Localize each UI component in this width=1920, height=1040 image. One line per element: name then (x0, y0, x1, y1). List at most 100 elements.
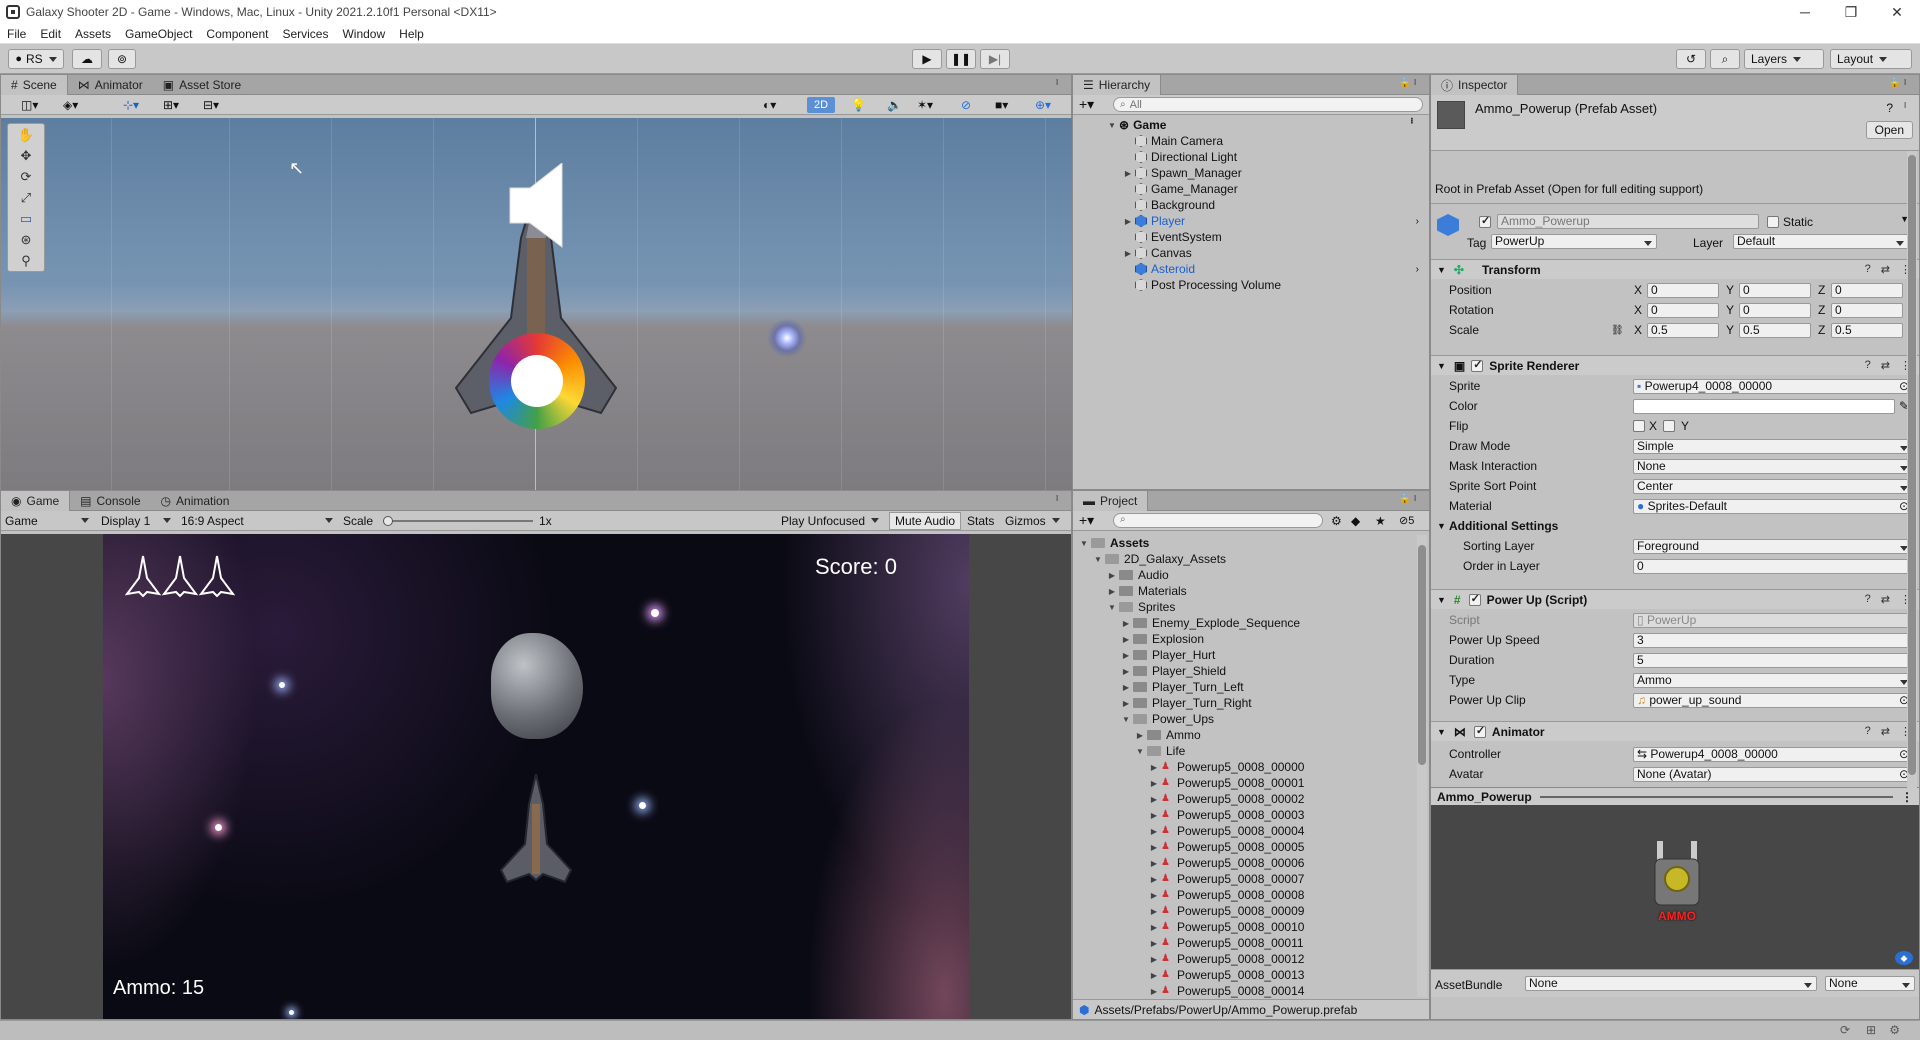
active-checkbox[interactable] (1479, 214, 1491, 228)
project-asset-item[interactable]: ▶ ♟ Powerup5_0008_00014 (1149, 983, 1305, 999)
menu-help[interactable]: Help (392, 27, 431, 41)
project-asset-item[interactable]: ▶ ♟ Powerup5_0008_00001 (1149, 775, 1305, 791)
scene-menu-icon[interactable]: ··· (1051, 78, 1065, 84)
expand-arrow-icon[interactable]: ▶ (1123, 217, 1133, 226)
sprite-renderer-enabled-checkbox[interactable] (1471, 358, 1484, 372)
cloud-button[interactable]: ☁ (72, 49, 102, 69)
expand-arrow-icon[interactable]: ▶ (1149, 827, 1159, 836)
hierarchy-item[interactable]: ▶ Player › (1123, 213, 1425, 229)
project-folder-item[interactable]: ▶ Player_Turn_Right (1121, 695, 1252, 711)
flip-x-checkbox[interactable] (1633, 420, 1645, 432)
hierarchy-search-input[interactable] (1129, 98, 1330, 111)
debug-icon[interactable]: ⚙ (1889, 1023, 1900, 1037)
expand-arrow-icon[interactable]: ▶ (1149, 955, 1159, 964)
expand-arrow-icon[interactable]: ▶ (1149, 891, 1159, 900)
rotate-tool-icon[interactable]: ⟳ (8, 166, 44, 187)
increment-snap-icon[interactable]: ⊟▾ (203, 98, 219, 112)
transform-scale-y-field[interactable]: 0.5 (1739, 322, 1811, 338)
tab-animator[interactable]: ⋈ Animator (68, 75, 153, 95)
audio-icon[interactable]: 🔈 (887, 98, 902, 112)
expand-arrow-icon[interactable]: ▶ (1149, 795, 1159, 804)
menu-edit[interactable]: Edit (33, 27, 68, 41)
project-folder-item[interactable]: ▶ Player_Shield (1121, 663, 1226, 679)
expand-arrow-icon[interactable]: ▼ (1135, 747, 1145, 756)
expand-arrow-icon[interactable]: ▶ (1149, 923, 1159, 932)
prefab-open-icon[interactable]: › (1416, 264, 1419, 275)
hierarchy-item[interactable]: Post Processing Volume (1123, 277, 1425, 293)
transform-position-x-field[interactable]: 0 (1647, 282, 1719, 298)
menu-file[interactable]: File (0, 27, 33, 41)
expand-arrow-icon[interactable]: ▶ (1135, 731, 1145, 740)
static-checkbox[interactable] (1767, 216, 1779, 228)
collapse-arrow-icon[interactable]: ▼ (1437, 265, 1446, 275)
expand-arrow-icon[interactable]: ▶ (1149, 843, 1159, 852)
project-folder-item[interactable]: ▼ Assets (1079, 535, 1149, 551)
hierarchy-menu-icon[interactable]: ··· (1409, 78, 1423, 84)
sort-point-dropdown[interactable]: Center (1633, 478, 1913, 494)
hierarchy-item[interactable]: Background (1123, 197, 1425, 213)
power-up-header[interactable]: ▼ # Power Up (Script) ?⇄⋮ (1431, 589, 1919, 609)
hierarchy-item[interactable]: Game_Manager (1123, 181, 1425, 197)
draw-mode-icon[interactable]: ◫▾ (21, 98, 38, 112)
project-folder-item[interactable]: ▶ Explosion (1121, 631, 1204, 647)
tab-animation[interactable]: ◷ Animation (151, 491, 240, 511)
project-folder-item[interactable]: ▶ Enemy_Explode_Sequence (1121, 615, 1300, 631)
scene-camera-icon[interactable]: ■▾ (995, 98, 1008, 112)
layout-dropdown[interactable]: Layout (1830, 49, 1912, 69)
project-asset-item[interactable]: ▶ ♟ Powerup5_0008_00009 (1149, 903, 1305, 919)
tag-dropdown[interactable]: PowerUp (1491, 234, 1657, 249)
help-icon[interactable]: ? (1865, 725, 1871, 738)
play-focus-dropdown[interactable]: Play Unfocused (781, 514, 879, 528)
close-icon[interactable]: ✕ (1874, 4, 1920, 21)
expand-arrow-icon[interactable]: ▶ (1123, 249, 1133, 258)
duration-field[interactable]: 5 (1633, 652, 1913, 668)
step-button[interactable]: ▶| (980, 49, 1010, 69)
project-asset-item[interactable]: ▶ ♟ Powerup5_0008_00008 (1149, 887, 1305, 903)
project-folder-item[interactable]: ▼ 2D_Galaxy_Assets (1093, 551, 1226, 567)
avatar-field[interactable]: None (Avatar) ⊙ (1633, 766, 1913, 782)
help-icon[interactable]: ? (1865, 263, 1871, 276)
transform-tool-icon[interactable]: ⊛ (8, 229, 44, 250)
project-search[interactable]: ⌕ (1113, 513, 1323, 528)
transform-position-y-field[interactable]: 0 (1739, 282, 1811, 298)
presets-icon[interactable]: ⇄ (1881, 359, 1890, 372)
effects-icon[interactable]: ✶▾ (917, 98, 933, 112)
rect-tool-icon[interactable]: ▭ (8, 208, 44, 229)
project-folder-item[interactable]: ▶ Materials (1107, 583, 1187, 599)
preview-menu-icon[interactable]: ⋮ (1901, 790, 1913, 804)
add-icon[interactable]: +▾ (1079, 96, 1094, 113)
scale-tool-icon[interactable]: ⤢ (8, 187, 44, 208)
tab-project[interactable]: ▬ Project (1073, 491, 1149, 511)
gizmos-dropdown[interactable]: Gizmos (1005, 514, 1060, 528)
expand-arrow-icon[interactable]: ▶ (1107, 571, 1117, 580)
type-dropdown[interactable]: Ammo (1633, 672, 1913, 688)
project-asset-item[interactable]: ▶ ♟ Powerup5_0008_00000 (1149, 759, 1305, 775)
game-mode-dropdown[interactable]: Game (5, 514, 89, 528)
project-folder-item[interactable]: ▶ Player_Turn_Left (1121, 679, 1244, 695)
name-field[interactable]: Ammo_Powerup (1497, 214, 1759, 229)
project-scrollbar[interactable] (1417, 535, 1427, 997)
project-asset-item[interactable]: ▶ ♟ Powerup5_0008_00012 (1149, 951, 1305, 967)
flip-y-checkbox[interactable] (1663, 420, 1675, 432)
scale-slider[interactable] (383, 516, 533, 526)
project-folder-item[interactable]: ▶ Ammo (1135, 727, 1201, 743)
inspector-scrollbar[interactable] (1907, 151, 1917, 789)
collapse-arrow-icon[interactable]: ▼ (1437, 521, 1446, 531)
expand-arrow-icon[interactable]: ▼ (1079, 539, 1089, 548)
create-icon[interactable]: +▾ (1079, 512, 1094, 529)
maximize-icon[interactable]: ❐ (1828, 4, 1874, 21)
project-folder-item[interactable]: ▶ Audio (1107, 567, 1169, 583)
expand-arrow-icon[interactable]: ▶ (1149, 779, 1159, 788)
project-menu-icon[interactable]: ··· (1409, 494, 1423, 500)
layers-dropdown[interactable]: Layers (1744, 49, 1824, 69)
animator-enabled-checkbox[interactable] (1473, 724, 1486, 738)
hierarchy-search[interactable]: ⌕ (1113, 97, 1423, 112)
project-scrollbar-thumb[interactable] (1418, 545, 1426, 765)
scale-slider-handle[interactable] (383, 516, 393, 526)
preview-tag-icon[interactable]: ◆ (1895, 951, 1913, 965)
animator-header[interactable]: ▼ ⋈ Animator ?⇄⋮ (1431, 721, 1919, 741)
controller-field[interactable]: ⇆ Powerup4_0008_00000 ⊙ (1633, 746, 1913, 762)
mute-audio-toggle[interactable]: Mute Audio (889, 512, 962, 530)
material-field[interactable]: ● Sprites-Default ⊙ (1633, 498, 1913, 514)
expand-arrow-icon[interactable]: ▶ (1149, 875, 1159, 884)
